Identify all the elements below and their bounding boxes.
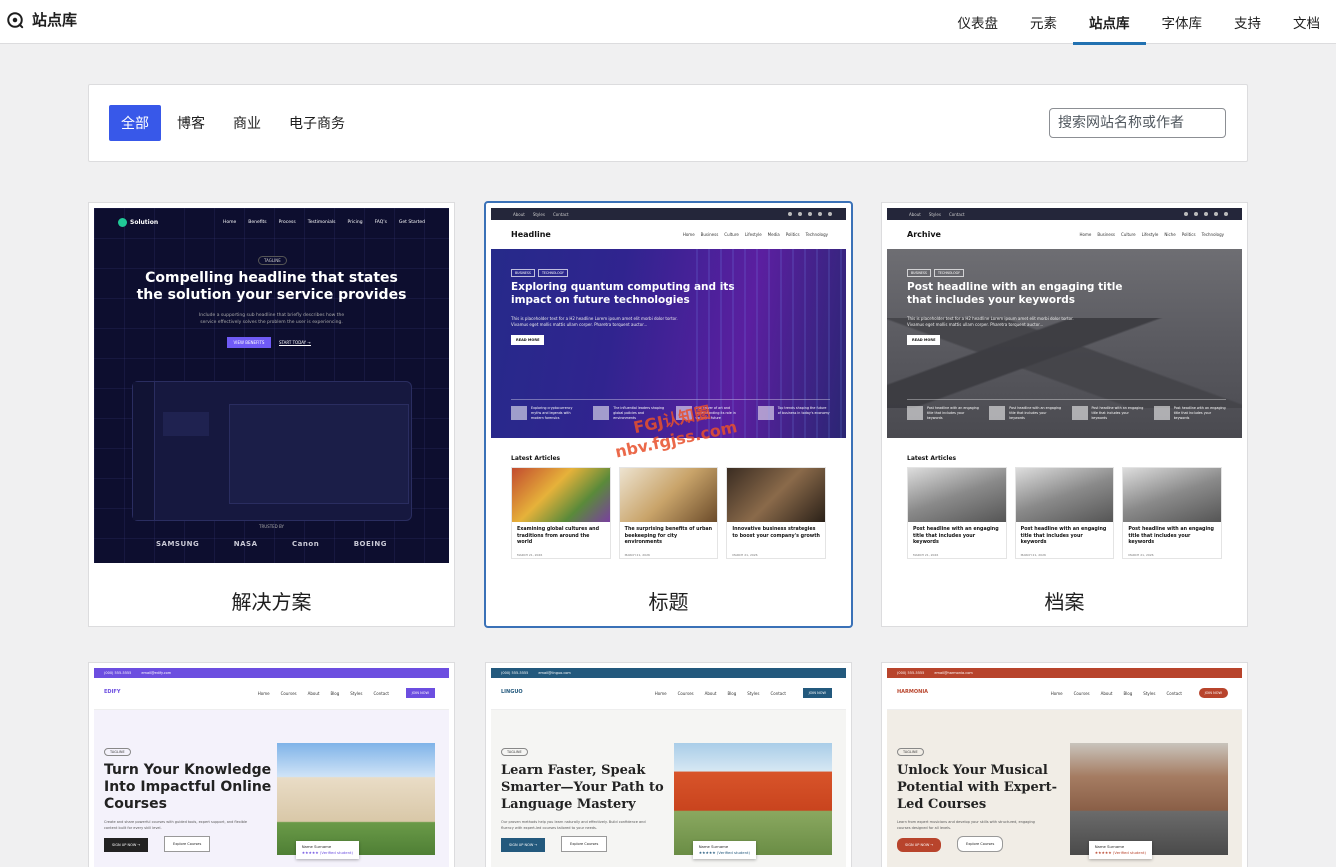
site-preview: About Styles Contact Archive Home Business C…: [887, 208, 1242, 563]
brand[interactable]: 站点库: [6, 9, 77, 30]
preview-logo: Archive: [907, 230, 941, 239]
site-library-logo-icon: [7, 11, 24, 28]
site-preview: (000) 555-5555 email@edify.com EDIFY Home C…: [94, 668, 449, 867]
preview-logo: Headline: [511, 230, 551, 239]
nav-docs[interactable]: 文档: [1277, 0, 1336, 44]
nav-font-library[interactable]: 字体库: [1146, 0, 1219, 44]
nav-dashboard[interactable]: 仪表盘: [942, 0, 1015, 44]
nav-site-library[interactable]: 站点库: [1073, 0, 1146, 45]
tab-ecommerce[interactable]: 电子商务: [277, 105, 357, 141]
site-preview: (000) 555-5555 email@linguo.com LINGUO Hom…: [491, 668, 846, 867]
category-tabs: 全部 博客 商业 电子商务: [109, 105, 357, 141]
site-preview: Solution Home Benefits Process Testimonials…: [94, 208, 449, 563]
nav-elements[interactable]: 元素: [1014, 0, 1073, 44]
site-card-linguo[interactable]: (000) 555-5555 email@linguo.com LINGUO Hom…: [485, 662, 852, 867]
site-card-title: 解决方案: [231, 590, 312, 614]
main-nav: 仪表盘 元素 站点库 字体库 支持 文档: [942, 0, 1336, 45]
site-card-title: 档案: [1044, 590, 1085, 614]
top-bar: 站点库 仪表盘 元素 站点库 字体库 支持 文档: [0, 0, 1336, 45]
tab-blog[interactable]: 博客: [165, 105, 217, 141]
site-card-harmonia[interactable]: (000) 555-5555 email@harmonia.com HARMONI…: [881, 662, 1248, 867]
brand-title: 站点库: [32, 11, 78, 29]
site-card-title: 标题: [648, 590, 689, 614]
nav-support[interactable]: 支持: [1218, 0, 1277, 44]
search-input[interactable]: [1049, 108, 1226, 138]
site-preview: About Styles Contact Headline Home Business…: [491, 208, 846, 563]
tab-business[interactable]: 商业: [221, 105, 273, 141]
preview-headline: Compelling headline that states the solut…: [136, 270, 407, 303]
site-card-edify[interactable]: (000) 555-5555 email@edify.com EDIFY Home C…: [88, 662, 455, 867]
tab-all[interactable]: 全部: [109, 105, 161, 141]
filter-bar: 全部 博客 商业 电子商务: [88, 84, 1248, 162]
site-card-solution[interactable]: Solution Home Benefits Process Testimonials…: [88, 202, 455, 627]
site-preview: (000) 555-5555 email@harmonia.com HARMONI…: [887, 668, 1242, 867]
preview-logo: Solution: [118, 218, 158, 227]
site-card-archive[interactable]: About Styles Contact Archive Home Business C…: [881, 202, 1248, 627]
